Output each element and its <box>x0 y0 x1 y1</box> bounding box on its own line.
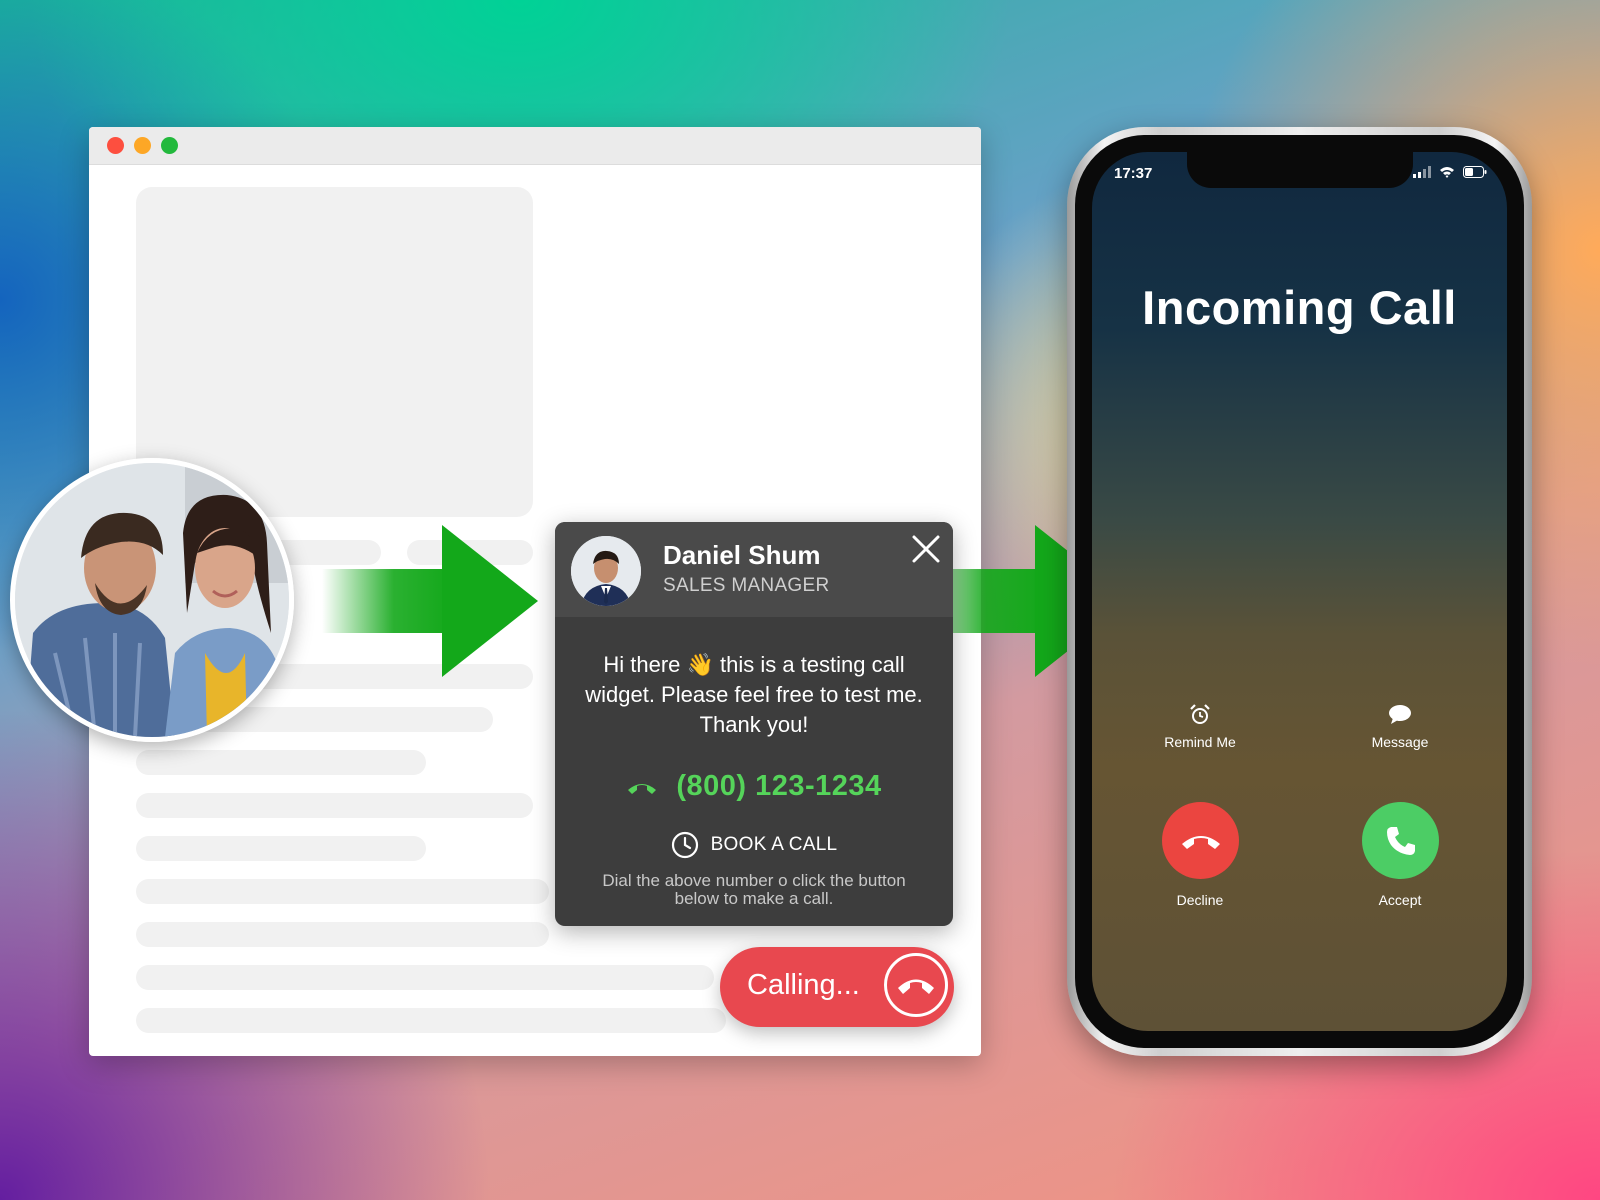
decline-label: Decline <box>1176 892 1224 908</box>
calling-label: Calling... <box>747 969 860 1001</box>
message-label: Message <box>1371 734 1429 750</box>
agent-name: Daniel Shum <box>663 540 821 570</box>
widget-message: Hi there 👋 this is a testing call widget… <box>585 652 923 737</box>
decline-phone-icon <box>1181 835 1220 849</box>
agent-avatar <box>571 536 641 606</box>
signal-icon <box>1413 166 1431 178</box>
status-time: 17:37 <box>1114 165 1153 182</box>
window-close-dot[interactable] <box>107 137 124 154</box>
phone-device: 17:37 Incoming Call Remind Me Message De… <box>1067 127 1532 1056</box>
window-minimize-dot[interactable] <box>134 137 151 154</box>
placeholder-line <box>136 879 549 904</box>
phone-number-link[interactable]: (800) 123-1234 <box>555 770 953 803</box>
accept-label: Accept <box>1378 892 1422 908</box>
accept-phone-icon <box>1386 826 1415 855</box>
clock-icon <box>671 831 698 859</box>
remind-me-option[interactable]: Remind Me <box>1125 704 1275 750</box>
hangup-icon <box>898 979 934 994</box>
placeholder-line <box>136 836 426 861</box>
placeholder-line <box>136 965 714 990</box>
phone-bezel: 17:37 Incoming Call Remind Me Message De… <box>1075 135 1524 1048</box>
couple-illustration <box>15 463 289 737</box>
alarm-clock-icon <box>1190 704 1210 724</box>
placeholder-line <box>136 750 426 775</box>
close-icon <box>912 535 940 563</box>
book-a-call-button[interactable]: BOOK A CALL <box>555 831 953 859</box>
placeholder-line <box>136 1008 726 1033</box>
battery-icon <box>1463 166 1487 178</box>
placeholder-line <box>136 793 533 818</box>
arrow-right-icon <box>322 525 538 677</box>
calling-button[interactable]: Calling... <box>720 947 954 1027</box>
agent-portrait <box>571 536 641 606</box>
hangup-button[interactable] <box>884 953 948 1017</box>
incoming-call-title: Incoming Call <box>1142 281 1457 334</box>
widget-header: Daniel Shum SALES MANAGER <box>555 522 953 617</box>
book-a-call-label: BOOK A CALL <box>710 834 838 855</box>
phone-handset-icon <box>628 783 657 794</box>
accept-button[interactable] <box>1362 802 1439 879</box>
placeholder-line <box>136 922 549 947</box>
phone-screen: 17:37 Incoming Call Remind Me Message De… <box>1092 152 1507 1031</box>
wifi-icon <box>1440 167 1454 178</box>
widget-note: Dial the above number o click the button… <box>602 871 906 908</box>
call-widget: Daniel Shum SALES MANAGER Hi there 👋 thi… <box>555 522 953 926</box>
message-option[interactable]: Message <box>1325 704 1475 750</box>
close-button[interactable] <box>911 534 941 564</box>
browser-title-bar <box>89 127 981 165</box>
status-icons <box>1413 166 1487 178</box>
remind-me-label: Remind Me <box>1164 734 1236 750</box>
window-maximize-dot[interactable] <box>161 137 178 154</box>
decline-button[interactable] <box>1162 802 1239 879</box>
speech-bubble-icon <box>1389 705 1411 724</box>
customer-photo <box>10 458 294 742</box>
agent-role: SALES MANAGER <box>663 575 830 596</box>
phone-notch <box>1186 152 1413 188</box>
phone-number: (800) 123-1234 <box>676 770 882 802</box>
